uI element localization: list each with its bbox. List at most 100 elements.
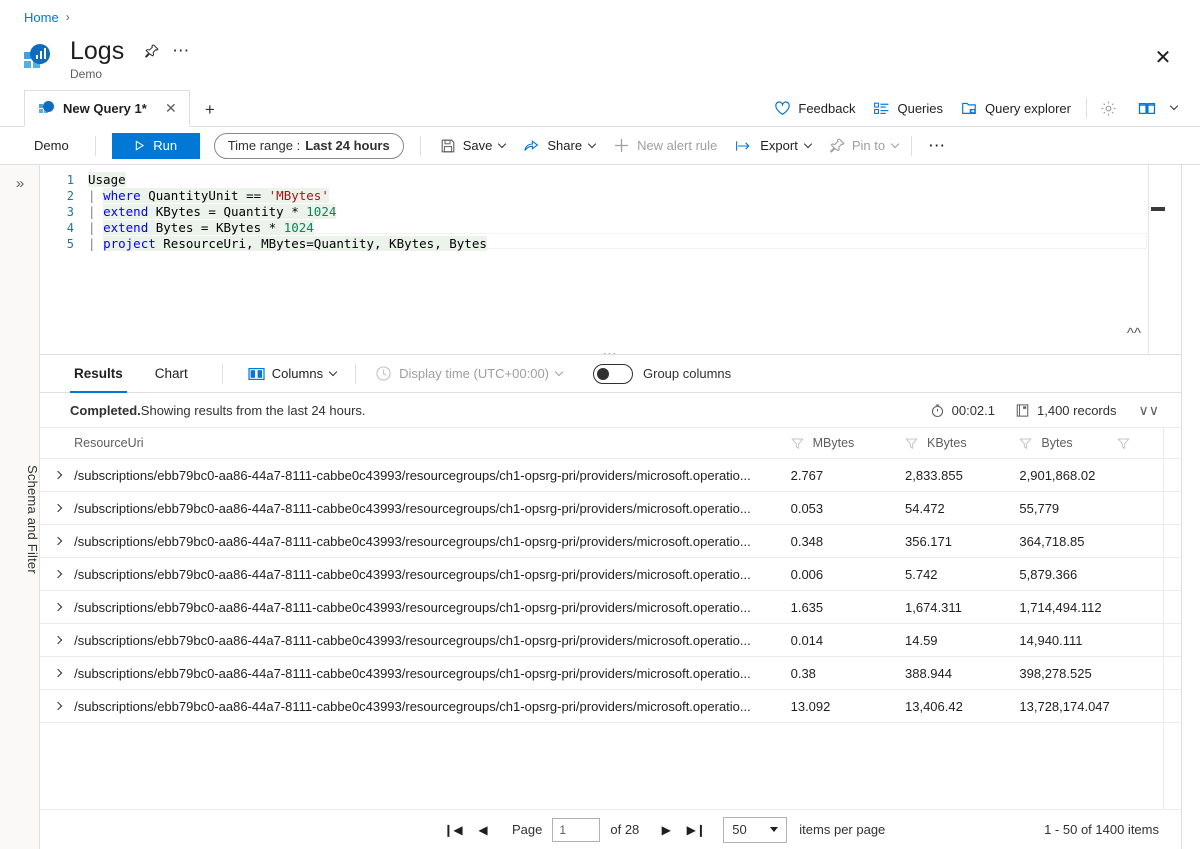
double-chevron-down-icon[interactable]: ∨∨ xyxy=(1139,402,1160,419)
page-title: Logs xyxy=(70,37,125,65)
share-button[interactable]: Share xyxy=(514,131,604,161)
table-row[interactable]: /subscriptions/ebb79bc0-aa86-44a7-8111-c… xyxy=(40,557,1181,591)
table-row[interactable]: /subscriptions/ebb79bc0-aa86-44a7-8111-c… xyxy=(40,689,1181,723)
query-tab-label: New Query 1* xyxy=(63,101,147,116)
row-expand-cell[interactable] xyxy=(40,491,75,525)
book-icon[interactable] xyxy=(1131,93,1184,123)
code-line: 1 Usage xyxy=(40,172,1181,188)
cell-resourceuri: /subscriptions/ebb79bc0-aa86-44a7-8111-c… xyxy=(74,458,791,492)
code-line: 3 | extend KBytes = Quantity * 1024 xyxy=(40,204,1181,220)
row-expand-cell[interactable] xyxy=(40,623,75,657)
row-expand-cell[interactable] xyxy=(40,557,75,591)
code-line-text: | extend KBytes = Quantity * 1024 xyxy=(88,204,337,219)
timer-icon xyxy=(931,404,943,417)
export-button[interactable]: Export xyxy=(726,131,820,161)
editor-minimap-marker[interactable] xyxy=(1151,207,1165,211)
column-header-resourceuri[interactable]: ResourceUri xyxy=(74,428,791,459)
line-number: 5 xyxy=(66,237,74,251)
code-line-text: | project ResourceUri, MBytes=Quantity, … xyxy=(88,236,487,251)
time-range-picker[interactable]: Time range : Last 24 hours xyxy=(213,132,404,159)
header-more-icon[interactable]: ⋯ xyxy=(170,40,192,62)
share-chevron-down-icon[interactable] xyxy=(587,139,597,148)
save-label: Save xyxy=(462,138,493,153)
cell-bytes: 398,278.525 xyxy=(1019,656,1180,690)
results-table-body: /subscriptions/ebb79bc0-aa86-44a7-8111-c… xyxy=(40,458,1181,723)
kql-query-editor[interactable]: 1 Usage 2 | where QuantityUnit == 'MByte… xyxy=(40,165,1181,355)
pin-icon xyxy=(829,138,845,153)
double-chevron-up-icon[interactable]: ^^ xyxy=(1127,325,1141,342)
breadcrumb-home-link[interactable]: Home xyxy=(24,10,59,25)
column-header-label: MBytes xyxy=(812,436,855,450)
results-divider-1 xyxy=(221,363,223,384)
row-expand-cell[interactable] xyxy=(40,656,75,690)
table-row[interactable]: /subscriptions/ebb79bc0-aa86-44a7-8111-c… xyxy=(40,524,1181,558)
row-expand-cell[interactable] xyxy=(40,590,75,624)
last-page-button[interactable]: ▶❙ xyxy=(683,817,709,843)
clock-icon xyxy=(376,366,391,381)
editor-resize-handle[interactable]: ⋯ xyxy=(40,346,1181,354)
pin-to-button[interactable]: Pin to xyxy=(820,131,907,161)
querybar-more-button[interactable]: ⋯ xyxy=(916,131,958,161)
row-expand-cell[interactable] xyxy=(40,689,75,723)
table-row[interactable]: /subscriptions/ebb79bc0-aa86-44a7-8111-c… xyxy=(40,491,1181,525)
code-line-text: Usage xyxy=(88,172,126,187)
page-number-input[interactable] xyxy=(552,817,601,842)
record-count-value: 1,400 records xyxy=(1037,402,1117,418)
run-button[interactable]: Run xyxy=(111,132,200,159)
cell-bytes: 1,714,494.112 xyxy=(1019,590,1180,624)
row-trailing-divider xyxy=(1179,590,1181,624)
table-row[interactable]: /subscriptions/ebb79bc0-aa86-44a7-8111-c… xyxy=(40,623,1181,657)
column-header-bytes[interactable]: Bytes xyxy=(1019,428,1180,459)
row-expand-cell[interactable] xyxy=(40,458,75,492)
table-row[interactable]: /subscriptions/ebb79bc0-aa86-44a7-8111-c… xyxy=(40,656,1181,690)
line-number: 3 xyxy=(66,205,74,219)
tab-results[interactable]: Results xyxy=(70,355,127,393)
next-page-button[interactable]: ▶ xyxy=(653,817,679,843)
column-header-kbytes[interactable]: KBytes xyxy=(905,428,1020,459)
query-scope-label: Demo xyxy=(34,138,69,153)
save-chevron-down-icon[interactable] xyxy=(498,139,507,148)
query-tab-new-query-1[interactable]: New Query 1* ✕ xyxy=(24,90,190,127)
schema-filter-rail[interactable]: » Schema and Filter xyxy=(0,165,40,849)
tab-chart[interactable]: Chart xyxy=(151,355,192,393)
status-state: Completed. xyxy=(70,402,141,418)
code-line: 2 | where QuantityUnit == 'MBytes' xyxy=(40,188,1181,204)
filter-funnel-icon xyxy=(790,438,804,449)
query-duration-value: 00:02.1 xyxy=(951,402,995,418)
column-header-mbytes[interactable]: MBytes xyxy=(790,428,905,459)
double-chevron-right-icon[interactable]: » xyxy=(0,175,40,192)
new-alert-rule-button[interactable]: New alert rule xyxy=(604,131,726,161)
table-right-divider xyxy=(1163,428,1164,809)
toggle-track[interactable] xyxy=(593,363,633,384)
pin-icon[interactable] xyxy=(140,40,162,62)
table-row[interactable]: /subscriptions/ebb79bc0-aa86-44a7-8111-c… xyxy=(40,590,1181,624)
row-expand-cell[interactable] xyxy=(40,524,75,558)
save-button[interactable]: Save xyxy=(431,131,515,161)
query-scope-selector[interactable]: Demo xyxy=(24,138,69,153)
group-columns-toggle[interactable]: Group columns xyxy=(593,363,731,384)
page-size-select[interactable]: 50 xyxy=(723,816,788,843)
display-time-chevron-down-icon[interactable] xyxy=(554,367,564,376)
book-chevron-down-icon[interactable] xyxy=(1169,101,1179,111)
query-explorer-button[interactable]: Query explorer xyxy=(952,93,1080,123)
queries-button[interactable]: Queries xyxy=(864,93,952,123)
display-time-button[interactable]: Display time (UTC+00:00) xyxy=(366,359,571,389)
columns-icon xyxy=(248,367,265,380)
row-trailing-divider xyxy=(1179,656,1181,690)
export-chevron-down-icon[interactable] xyxy=(803,139,813,148)
feedback-button[interactable]: Feedback xyxy=(765,93,864,123)
add-tab-button[interactable]: + xyxy=(196,94,224,126)
tab-close-icon[interactable]: ✕ xyxy=(163,100,179,117)
row-trailing-divider xyxy=(1179,557,1181,591)
close-icon[interactable]: ✕ xyxy=(1150,44,1176,70)
results-table-container[interactable]: ResourceUri MBytes KBytes Bytes /subscri… xyxy=(40,427,1181,809)
table-row[interactable]: /subscriptions/ebb79bc0-aa86-44a7-8111-c… xyxy=(40,458,1181,492)
columns-button[interactable]: Columns xyxy=(239,359,345,389)
row-trailing-divider xyxy=(1179,491,1181,525)
header-trailing-divider xyxy=(1179,428,1181,459)
gear-icon[interactable] xyxy=(1093,93,1131,123)
first-page-button[interactable]: ❙◀ xyxy=(440,817,466,843)
pin-to-chevron-down-icon[interactable] xyxy=(890,139,900,148)
columns-chevron-down-icon[interactable] xyxy=(328,367,338,376)
previous-page-button[interactable]: ◀ xyxy=(470,817,496,843)
